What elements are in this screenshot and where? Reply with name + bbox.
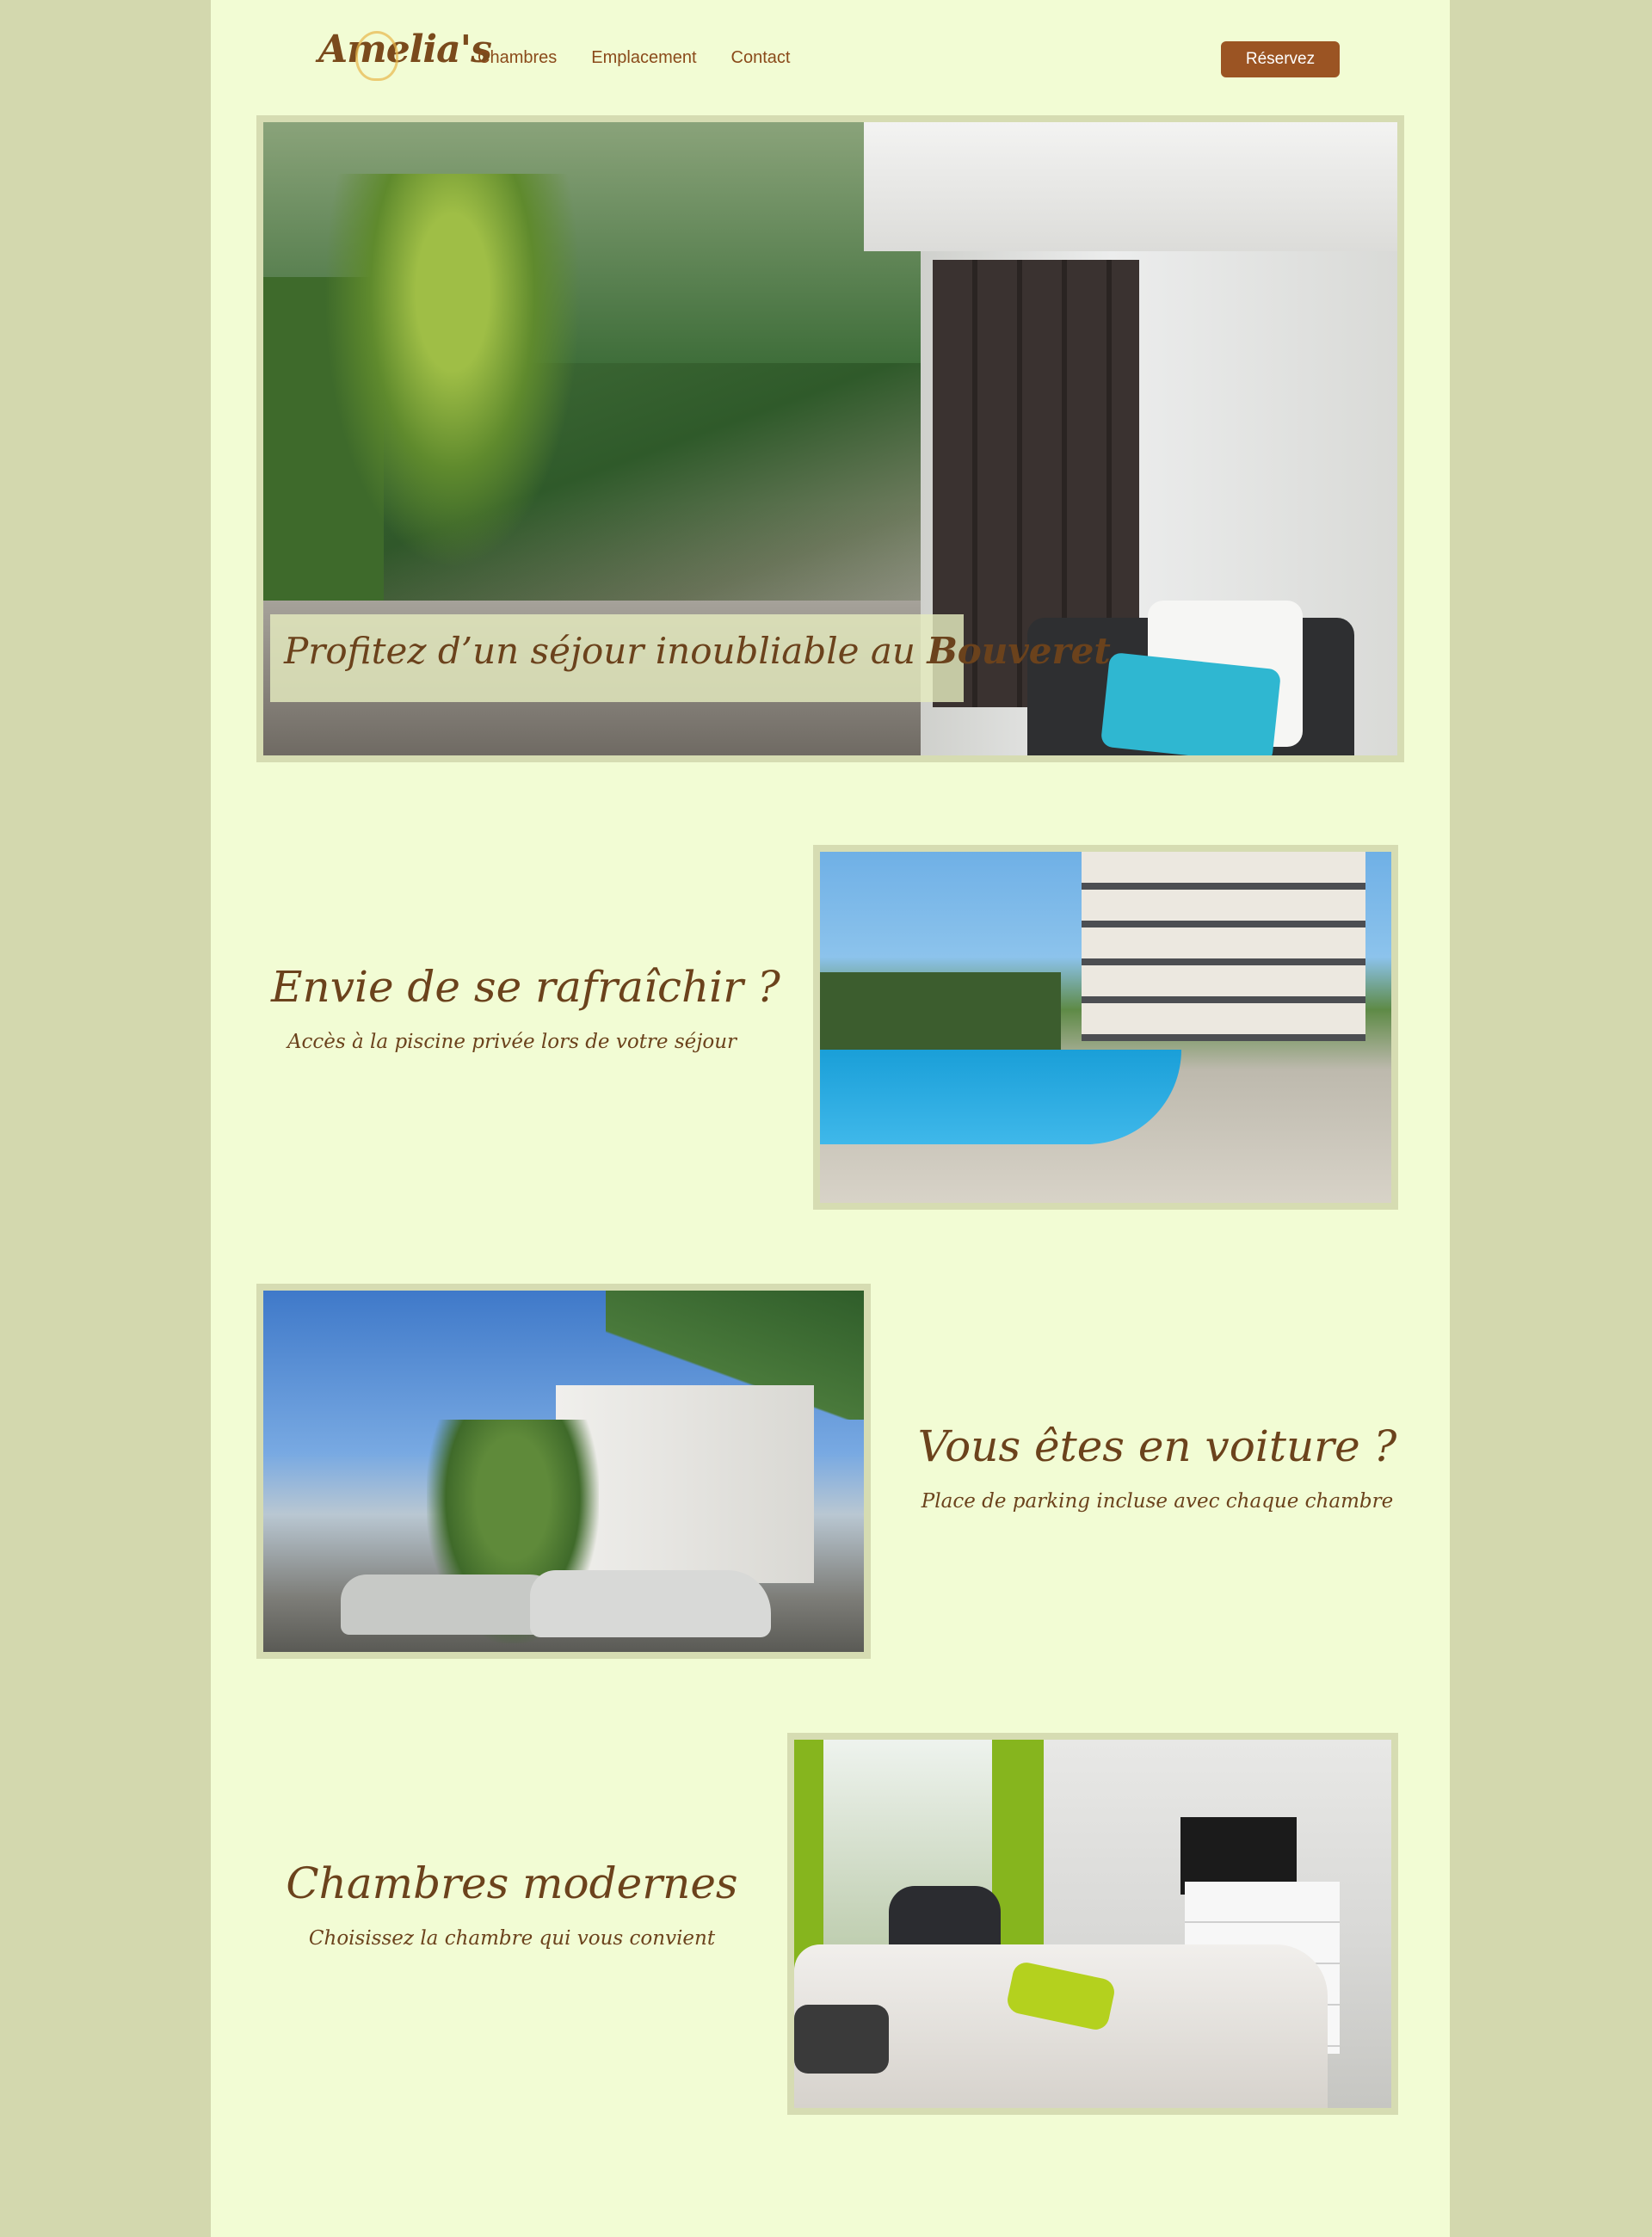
blue-cushion xyxy=(1100,651,1282,755)
palm-tree xyxy=(324,174,582,570)
hero-photo-frame: Profitez d’un séjour inoubliable au Bouv… xyxy=(256,115,1404,762)
feature-title-car: Vous êtes en voiture ? xyxy=(917,1421,1397,1471)
roof-overhang xyxy=(864,122,1397,251)
reserve-button[interactable]: Réservez xyxy=(1221,41,1340,77)
hedge xyxy=(820,972,1061,1058)
page: Amelia's Chambres Emplacement Contact Ré… xyxy=(211,0,1450,2237)
hero-caption-text: Profitez d’un séjour inoubliable au xyxy=(284,630,928,672)
logo[interactable]: Amelia's xyxy=(318,28,492,71)
pool-photo-frame xyxy=(813,845,1398,1210)
dark-pillow xyxy=(794,2005,889,2074)
hero-caption-bold: Bouveret xyxy=(927,630,1111,672)
parking-photo-frame xyxy=(256,1284,871,1659)
pool-image xyxy=(820,852,1391,1203)
feature-subtitle-pool: Accès à la piscine privée lors de votre … xyxy=(287,1031,737,1053)
parked-car xyxy=(530,1570,771,1637)
room-photo-frame xyxy=(787,1733,1398,2115)
apartment-building xyxy=(1082,852,1365,1041)
nav-link-contact[interactable]: Contact xyxy=(731,48,791,68)
pool-water xyxy=(820,1050,1181,1144)
lotus-logo-icon xyxy=(355,31,398,81)
parking-image xyxy=(263,1291,864,1652)
feature-title-rooms: Chambres modernes xyxy=(286,1858,738,1908)
feature-subtitle-car: Place de parking incluse avec chaque cha… xyxy=(921,1490,1394,1513)
main-nav: Chambres Emplacement Contact xyxy=(478,48,790,68)
feature-title-pool: Envie de se rafraîchir ? xyxy=(271,962,780,1012)
room-image xyxy=(794,1740,1391,2108)
hero-caption: Profitez d’un séjour inoubliable au Bouv… xyxy=(270,614,1111,702)
nav-link-chambres[interactable]: Chambres xyxy=(478,48,557,68)
feature-subtitle-rooms: Choisissez la chambre qui vous convient xyxy=(308,1927,716,1950)
hero-image: Profitez d’un séjour inoubliable au Bouv… xyxy=(263,122,1397,755)
nav-link-emplacement[interactable]: Emplacement xyxy=(591,48,696,68)
